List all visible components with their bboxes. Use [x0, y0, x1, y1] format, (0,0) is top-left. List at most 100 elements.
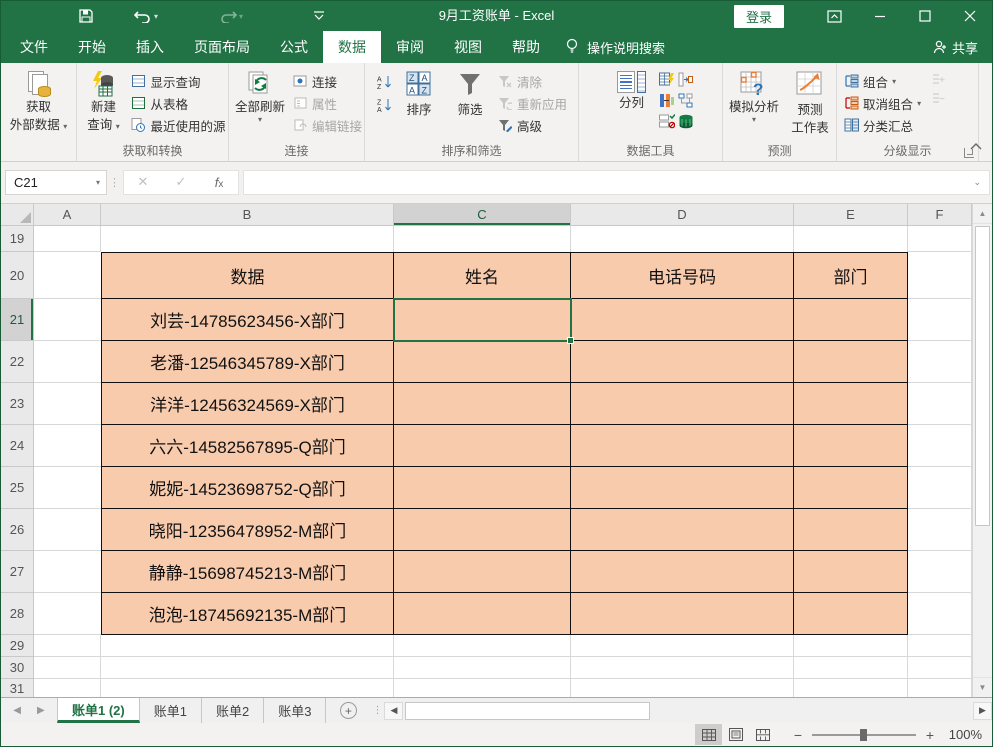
row-header-25[interactable]: 25 — [1, 467, 34, 509]
cell-B24[interactable]: 六六-14582567895-Q部门 — [101, 425, 394, 467]
cell-C24[interactable] — [394, 425, 571, 467]
cell-E23[interactable] — [794, 383, 908, 425]
cell-A27[interactable] — [34, 551, 101, 593]
ungroup-button[interactable]: 取消组合 ▾ — [843, 94, 921, 112]
maximize-button[interactable] — [902, 1, 947, 31]
cell-A24[interactable] — [34, 425, 101, 467]
cell-B27[interactable]: 静静-15698745213-M部门 — [101, 551, 394, 593]
forecast-sheet-button[interactable]: 预测 工作表 — [786, 68, 834, 136]
cell-F20[interactable] — [908, 252, 972, 299]
cell-B23[interactable]: 洋洋-12456324569-X部门 — [101, 383, 394, 425]
show-queries-button[interactable]: 显示查询 — [130, 72, 225, 90]
cell-D25[interactable] — [571, 467, 794, 509]
ribbon-display-options-icon[interactable] — [812, 1, 857, 31]
cell-A23[interactable] — [34, 383, 101, 425]
name-box-dropdown-icon[interactable]: ▾ — [96, 178, 100, 187]
row-header-23[interactable]: 23 — [1, 383, 34, 425]
row-header-27[interactable]: 27 — [1, 551, 34, 593]
from-table-button[interactable]: 从表格 — [130, 94, 225, 112]
cell-B25[interactable]: 妮妮-14523698752-Q部门 — [101, 467, 394, 509]
tab-help[interactable]: 帮助 — [497, 31, 555, 63]
data-validation-icon[interactable] — [659, 114, 675, 129]
cell-C29[interactable] — [394, 635, 571, 657]
cell-F30[interactable] — [908, 657, 972, 679]
fill-handle[interactable] — [567, 337, 574, 344]
cell-E27[interactable] — [794, 551, 908, 593]
relationships-icon[interactable] — [678, 93, 694, 108]
cell-A20[interactable] — [34, 252, 101, 299]
cell-D27[interactable] — [571, 551, 794, 593]
cell-E22[interactable] — [794, 341, 908, 383]
group-button[interactable]: 组合 ▾ — [843, 72, 921, 90]
cell-C26[interactable] — [394, 509, 571, 551]
sheet-nav-right-icon[interactable]: ▶ — [37, 705, 45, 716]
signin-button[interactable]: 登录 — [734, 5, 784, 28]
row-header-20[interactable]: 20 — [1, 252, 34, 299]
cell-A28[interactable] — [34, 593, 101, 635]
manage-data-model-icon[interactable] — [678, 114, 694, 129]
cell-D21[interactable] — [571, 299, 794, 341]
cell-A30[interactable] — [34, 657, 101, 679]
cell-E25[interactable] — [794, 467, 908, 509]
row-header-28[interactable]: 28 — [1, 593, 34, 635]
cell-D19[interactable] — [571, 226, 794, 252]
cell-F29[interactable] — [908, 635, 972, 657]
sheet-tab-2[interactable]: 账单1 — [140, 698, 202, 723]
cell-D22[interactable] — [571, 341, 794, 383]
cell-F24[interactable] — [908, 425, 972, 467]
flash-fill-icon[interactable] — [659, 72, 675, 87]
cell-D26[interactable] — [571, 509, 794, 551]
row-header-24[interactable]: 24 — [1, 425, 34, 467]
close-button[interactable] — [947, 1, 992, 31]
sheet-tab-3[interactable]: 账单2 — [202, 698, 264, 723]
formula-bar-expand-icon[interactable]: ⌄ — [973, 177, 981, 188]
share-button[interactable]: 共享 — [933, 31, 978, 63]
tabbar-splitter[interactable]: ⋮ — [370, 698, 384, 723]
cell-F21[interactable] — [908, 299, 972, 341]
row-header-22[interactable]: 22 — [1, 341, 34, 383]
cell-F31[interactable] — [908, 679, 972, 697]
cell-B28[interactable]: 泡泡-18745692135-M部门 — [101, 593, 394, 635]
scroll-down-icon[interactable]: ▼ — [973, 677, 992, 697]
cell-F27[interactable] — [908, 551, 972, 593]
refresh-all-button[interactable]: 全部刷新 ▾ — [231, 68, 289, 124]
tab-file[interactable]: 文件 — [5, 31, 63, 63]
text-to-columns-button[interactable]: 分列 — [608, 68, 656, 111]
cell-D31[interactable] — [571, 679, 794, 697]
zoom-level[interactable]: 100% — [944, 727, 982, 742]
select-all-corner[interactable] — [1, 204, 34, 226]
cell-B21[interactable]: 刘芸-14785623456-X部门 — [101, 299, 394, 341]
vertical-scrollbar-thumb[interactable] — [975, 226, 990, 526]
cell-C27[interactable] — [394, 551, 571, 593]
cell-A19[interactable] — [34, 226, 101, 252]
add-sheet-button[interactable]: + — [326, 698, 370, 723]
cell-B19[interactable] — [101, 226, 394, 252]
minimize-button[interactable] — [857, 1, 902, 31]
row-header-31[interactable]: 31 — [1, 679, 34, 697]
cell-A31[interactable] — [34, 679, 101, 697]
cell-D28[interactable] — [571, 593, 794, 635]
consolidate-icon[interactable] — [678, 72, 694, 87]
cell-B29[interactable] — [101, 635, 394, 657]
cell-A26[interactable] — [34, 509, 101, 551]
active-cell-border[interactable] — [393, 298, 572, 342]
cell-E30[interactable] — [794, 657, 908, 679]
scroll-left-icon[interactable]: ◀ — [384, 702, 403, 720]
cell-D24[interactable] — [571, 425, 794, 467]
cell-F26[interactable] — [908, 509, 972, 551]
cell-D20[interactable]: 电话号码 — [571, 252, 794, 299]
sort-descending-icon[interactable]: ZA — [376, 97, 392, 112]
cell-E28[interactable] — [794, 593, 908, 635]
column-header-A[interactable]: A — [34, 204, 101, 226]
tab-formulas[interactable]: 公式 — [265, 31, 323, 63]
name-box[interactable]: C21 ▾ — [5, 170, 107, 195]
view-page-break-button[interactable] — [749, 724, 776, 745]
column-header-E[interactable]: E — [794, 204, 908, 226]
cell-C31[interactable] — [394, 679, 571, 697]
cell-F19[interactable] — [908, 226, 972, 252]
column-header-C[interactable]: C — [394, 204, 571, 226]
cell-B26[interactable]: 晓阳-12356478952-M部门 — [101, 509, 394, 551]
cell-B31[interactable] — [101, 679, 394, 697]
new-query-button[interactable]: 新建 查询 ▾ — [79, 68, 127, 133]
row-header-30[interactable]: 30 — [1, 657, 34, 679]
